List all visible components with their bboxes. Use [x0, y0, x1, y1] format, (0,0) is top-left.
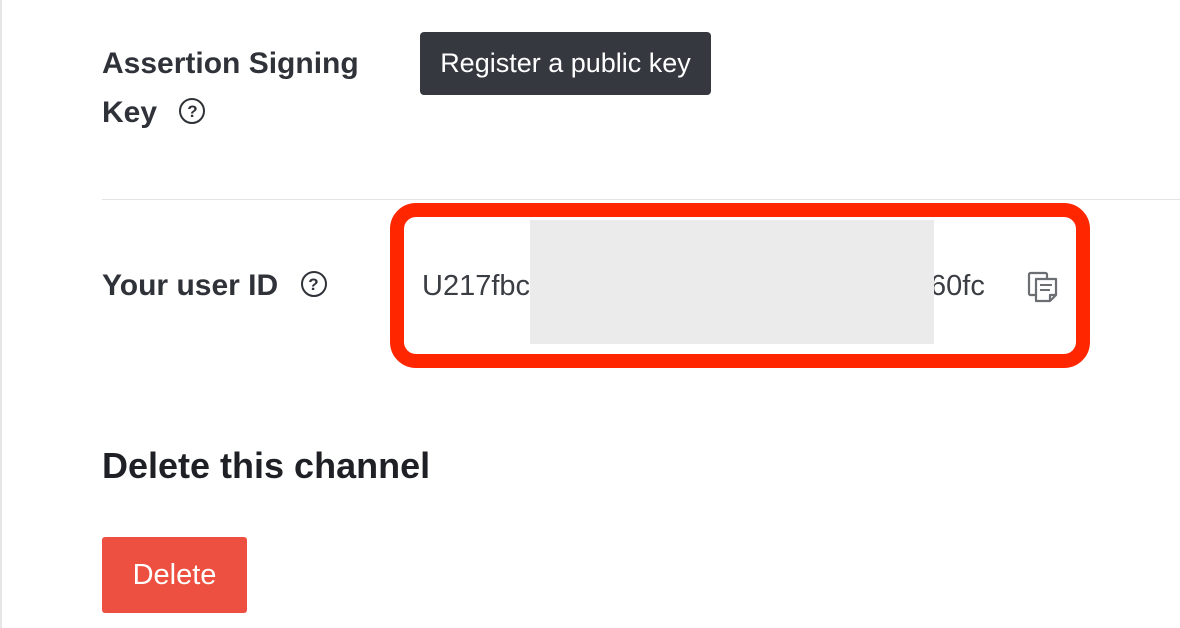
redaction-block [530, 220, 934, 344]
user-id-value-end: 60fc [930, 270, 985, 302]
assertion-signing-key-label: Assertion Signing [102, 40, 359, 88]
delete-button[interactable]: Delete [102, 537, 247, 613]
assertion-label-line2: Key [102, 96, 158, 129]
content-left-border [0, 0, 2, 628]
assertion-label-line1: Assertion Signing [102, 47, 359, 80]
copy-icon[interactable] [1026, 270, 1060, 304]
user-id-value-start: U217fbc [422, 270, 531, 302]
user-id-label-text: Your user ID [102, 269, 279, 302]
delete-channel-heading: Delete this channel [102, 445, 431, 486]
assertion-help-icon[interactable]: ? [179, 98, 206, 125]
register-public-key-button[interactable]: Register a public key [420, 32, 711, 95]
user-id-help-icon[interactable]: ? [300, 271, 327, 298]
section-divider [102, 199, 1180, 200]
user-id-label: Your user ID ? [102, 262, 327, 310]
assertion-signing-key-label-line2: Key ? [102, 89, 206, 137]
